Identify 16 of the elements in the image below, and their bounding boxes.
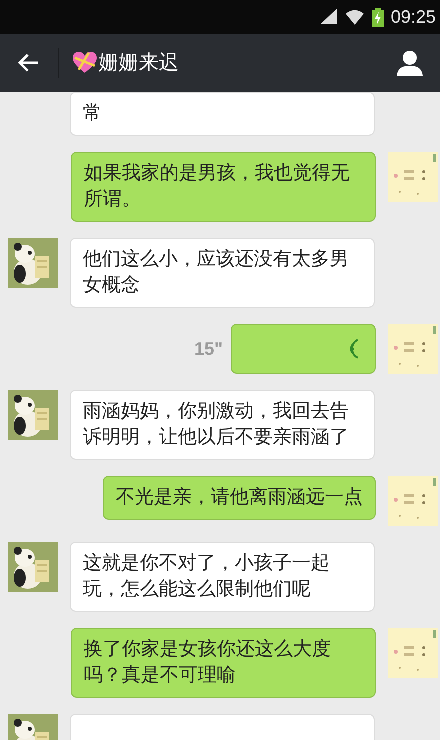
message-bubble: 他们这么小，应该还没有太多男女概念 — [70, 238, 375, 308]
back-arrow-icon — [18, 53, 40, 73]
status-time: 09:25 — [390, 6, 436, 28]
message-bubble: 常 — [70, 92, 375, 136]
message-bubble: 这就是你不对了，小孩子一起玩，怎么能这么限制他们呢 — [70, 542, 375, 612]
signal-icon — [318, 8, 339, 26]
heart-gift-icon — [73, 52, 97, 74]
chat-title: 姗姗来迟 — [99, 51, 179, 76]
message-bubble: 雨涵妈妈，你别激动，我回去告诉明明，让他以后不要亲雨涵了 — [70, 390, 375, 460]
wifi-icon — [344, 8, 365, 26]
person-icon — [397, 50, 423, 76]
message-bubble: 如果我家的是男孩，我也觉得无所谓。 — [71, 152, 376, 222]
battery-charging-icon — [370, 7, 385, 27]
message-bubble: 不光是亲，请他离雨涵远一点 — [103, 476, 376, 520]
message-bubble: 换了你家是女孩你还这么大度吗？真是不可理喻 — [71, 628, 376, 698]
voice-duration: 15" — [194, 338, 223, 360]
